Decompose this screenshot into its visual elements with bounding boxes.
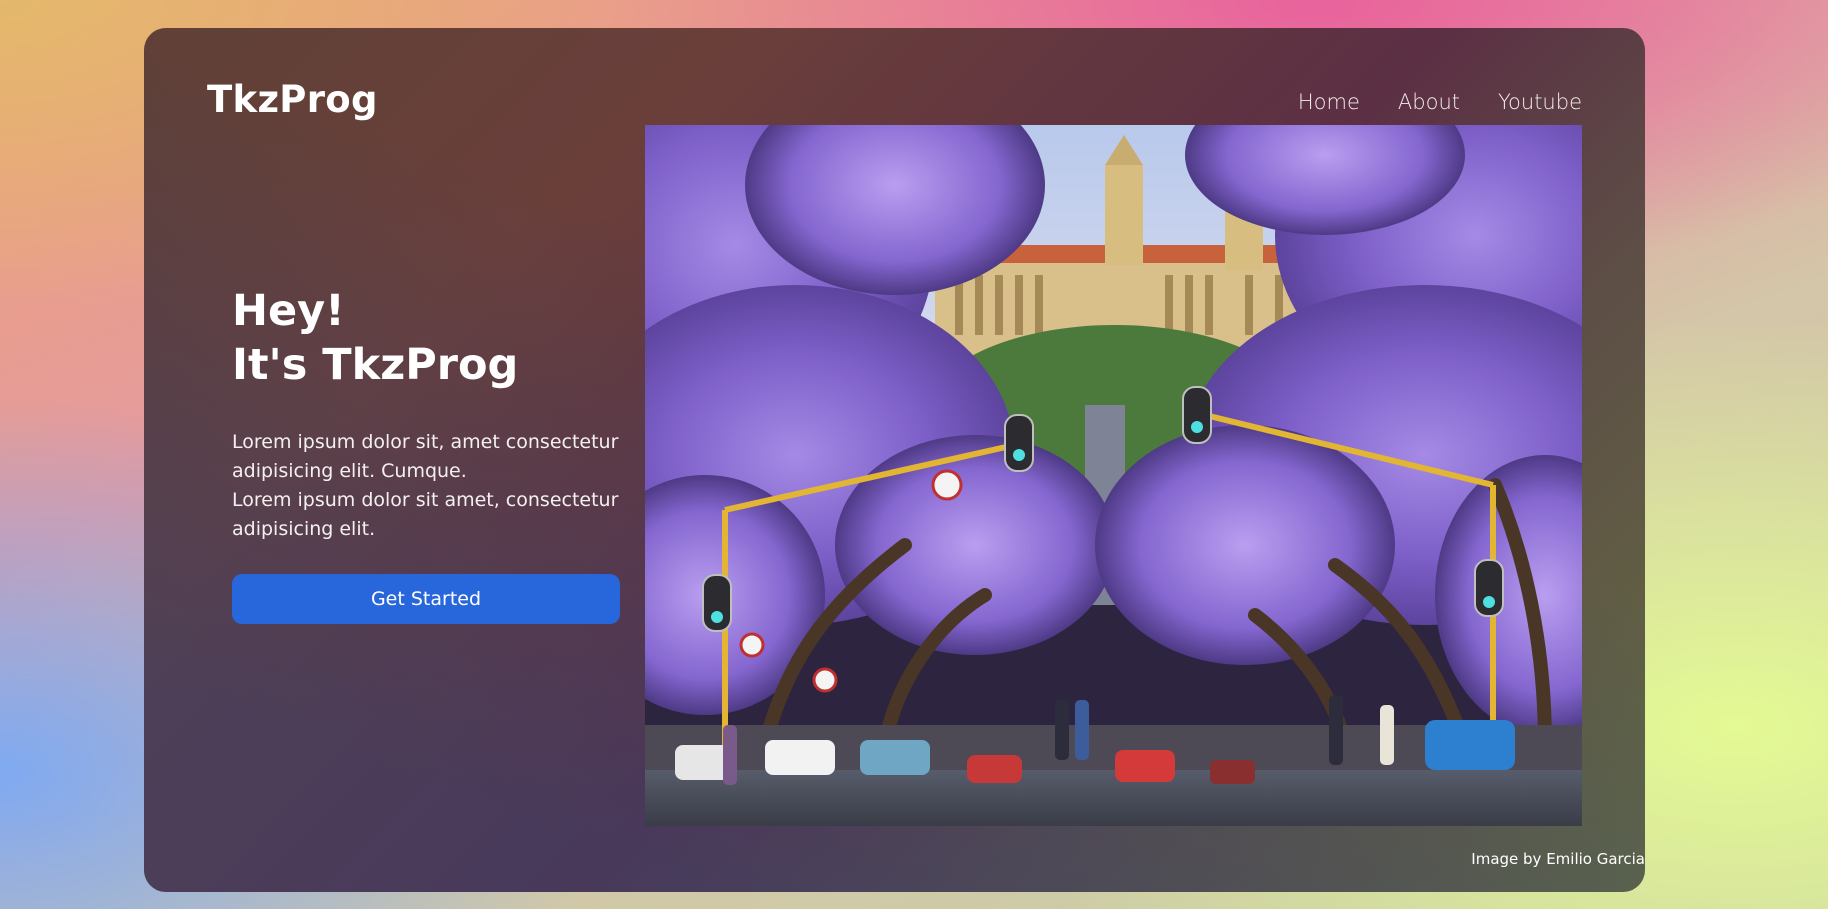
- nav-youtube[interactable]: Youtube: [1498, 90, 1582, 114]
- hero-description-line-2: Lorem ipsum dolor sit amet, consectetur …: [232, 489, 619, 540]
- hero-description-line-1: Lorem ipsum dolor sit, amet consectetur …: [232, 431, 619, 482]
- nav-home[interactable]: Home: [1298, 90, 1360, 114]
- hero-title: Hey! It's TkzProg: [232, 284, 518, 392]
- get-started-button[interactable]: Get Started: [232, 574, 620, 624]
- hero-title-line-1: Hey!: [232, 286, 345, 336]
- hero-card: TkzProg Home About Youtube Hey! It's Tkz…: [144, 28, 1645, 892]
- brand-logo[interactable]: TkzProg: [207, 78, 378, 121]
- top-nav: Home About Youtube: [1298, 90, 1582, 114]
- hero-description: Lorem ipsum dolor sit, amet consectetur …: [232, 428, 632, 544]
- hero-image: [645, 125, 1582, 826]
- image-credit: Image by Emilio Garcia: [1471, 850, 1645, 868]
- jacaranda-street-illustration: [645, 125, 1582, 826]
- hero-title-line-2: It's TkzProg: [232, 340, 519, 390]
- nav-about[interactable]: About: [1398, 90, 1460, 114]
